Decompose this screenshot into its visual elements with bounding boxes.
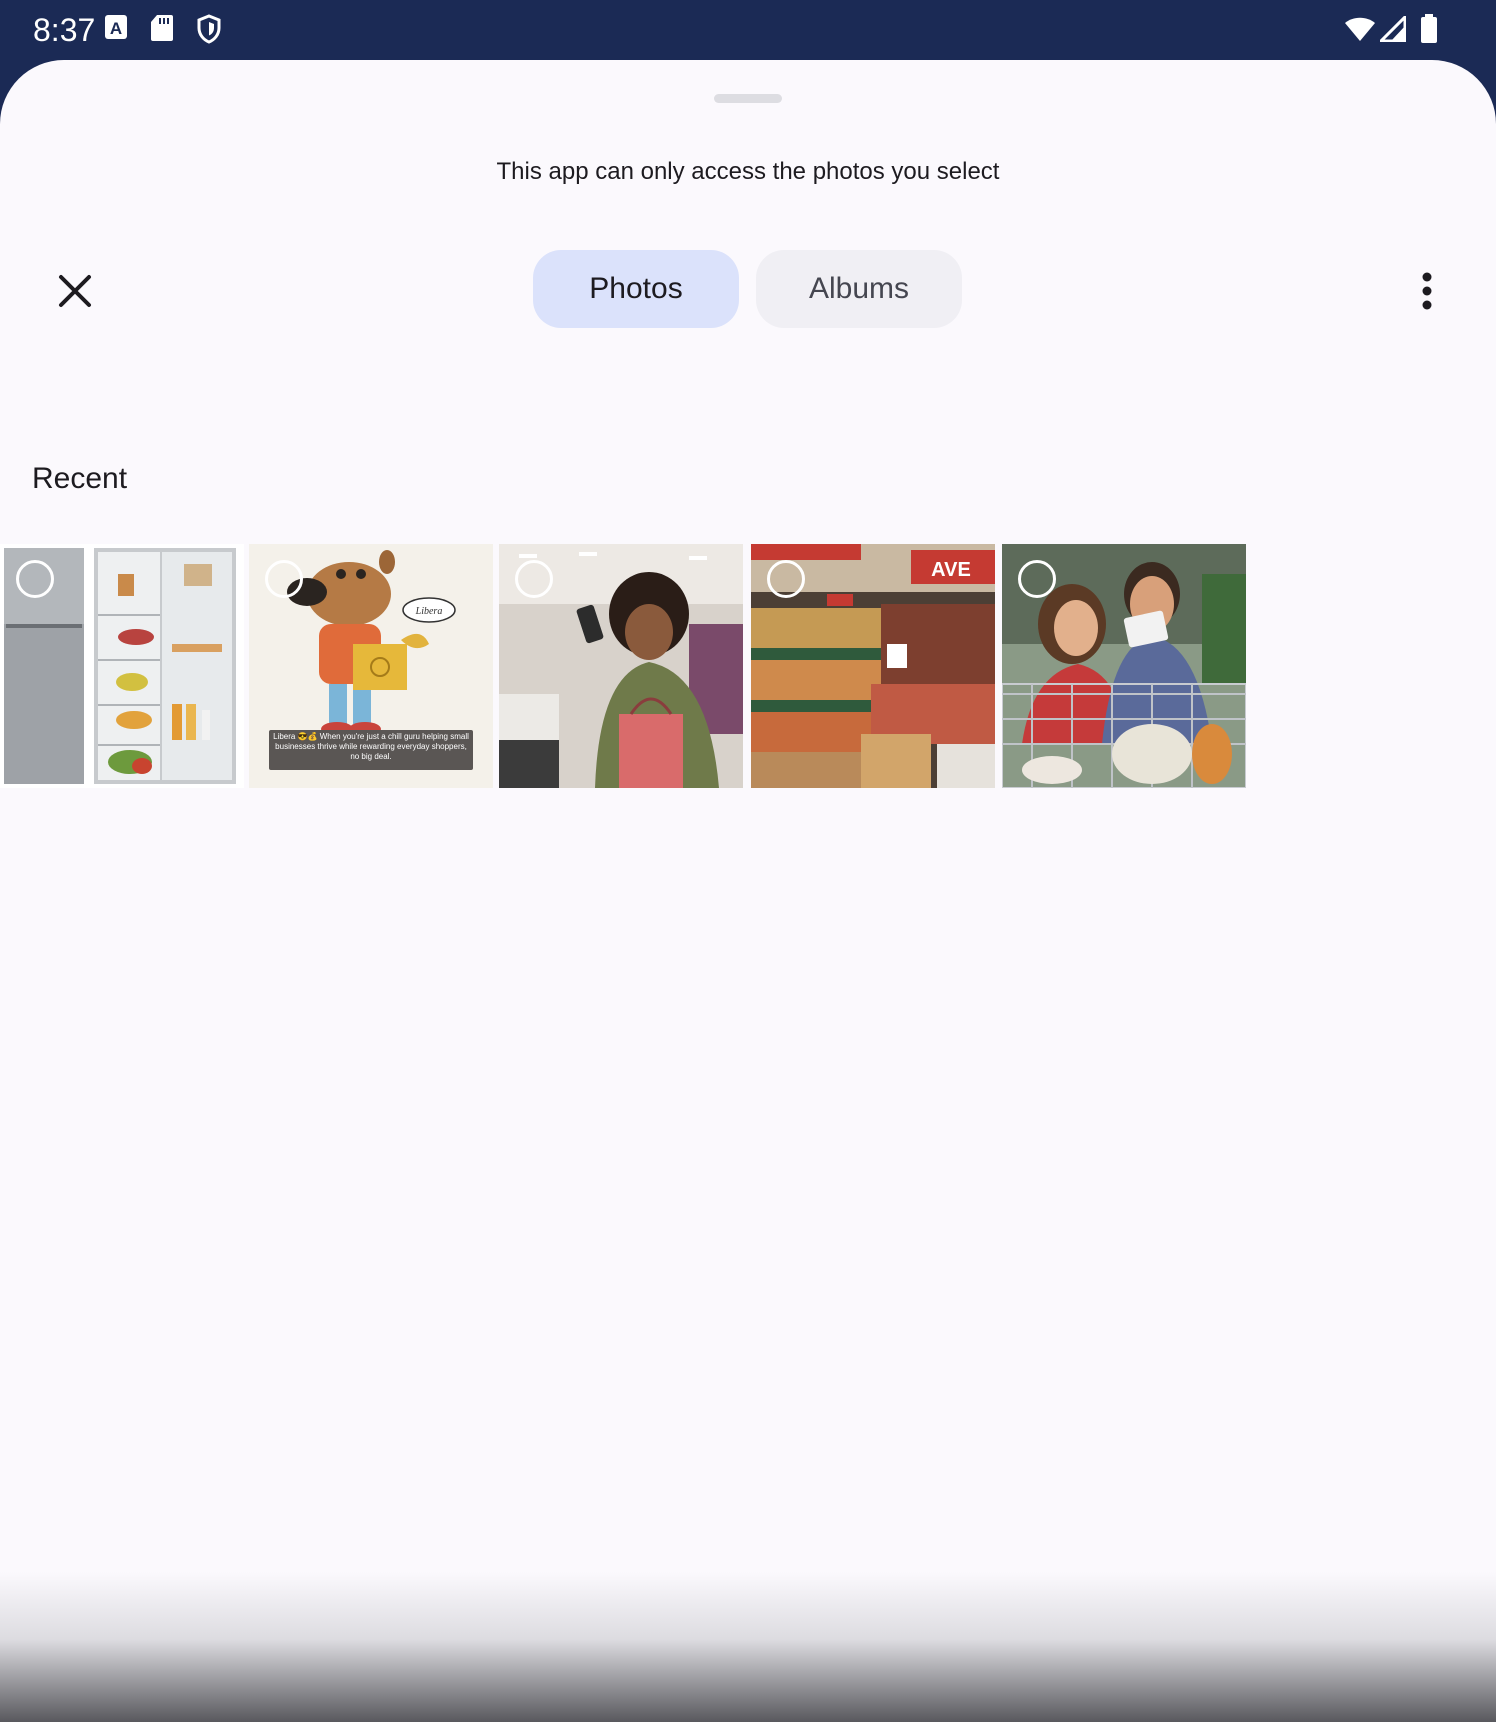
shield-icon bbox=[197, 14, 221, 44]
svg-text:A: A bbox=[110, 19, 122, 38]
section-title-recent: Recent bbox=[32, 462, 128, 495]
battery-icon bbox=[1421, 14, 1437, 43]
a-notification-icon: A bbox=[105, 15, 127, 39]
svg-text:AVE: AVE bbox=[931, 559, 971, 581]
wifi-icon bbox=[1345, 17, 1375, 41]
more-vert-icon bbox=[1422, 272, 1432, 310]
picker-subtitle: This app can only access the photos you … bbox=[496, 158, 1000, 185]
sd-card-icon bbox=[151, 15, 173, 41]
photo-grid: Libera Libera 😎💰 When you're just a chil… bbox=[0, 544, 1496, 788]
tab-photos-label: Photos bbox=[589, 272, 683, 305]
caption-card-text: Libera 😎💰 When you're just a chill guru … bbox=[273, 732, 469, 761]
photo-thumbnail-cartoon[interactable]: Libera Libera 😎💰 When you're just a chil… bbox=[249, 544, 493, 788]
status-time: 8:37 bbox=[33, 12, 96, 48]
photo-picker-sheet: This app can only access the photos you … bbox=[0, 60, 1496, 1722]
cell-signal-icon bbox=[1380, 16, 1406, 42]
close-button[interactable] bbox=[50, 266, 100, 316]
select-checkbox[interactable] bbox=[767, 560, 805, 598]
photo-thumbnail-couple[interactable] bbox=[1002, 544, 1246, 788]
tab-albums-label: Albums bbox=[808, 272, 910, 305]
status-bar: 8:37 A bbox=[0, 0, 1496, 62]
drag-handle[interactable] bbox=[714, 94, 782, 103]
select-checkbox[interactable] bbox=[515, 560, 553, 598]
tab-albums[interactable]: Albums bbox=[756, 250, 962, 328]
bubble-text: Libera bbox=[415, 606, 443, 617]
photo-thumbnail-refrigerator[interactable] bbox=[0, 544, 244, 788]
select-checkbox[interactable] bbox=[16, 560, 54, 598]
navigation-bar-scrim bbox=[0, 1572, 1496, 1722]
tab-photos[interactable]: Photos bbox=[533, 250, 739, 328]
select-checkbox[interactable] bbox=[1018, 560, 1056, 598]
select-checkbox[interactable] bbox=[265, 560, 303, 598]
photo-thumbnail-produce[interactable]: AVE bbox=[751, 544, 995, 788]
more-options-button[interactable] bbox=[1402, 264, 1452, 318]
photo-thumbnail-selfie[interactable] bbox=[499, 544, 743, 788]
close-icon bbox=[59, 275, 91, 307]
